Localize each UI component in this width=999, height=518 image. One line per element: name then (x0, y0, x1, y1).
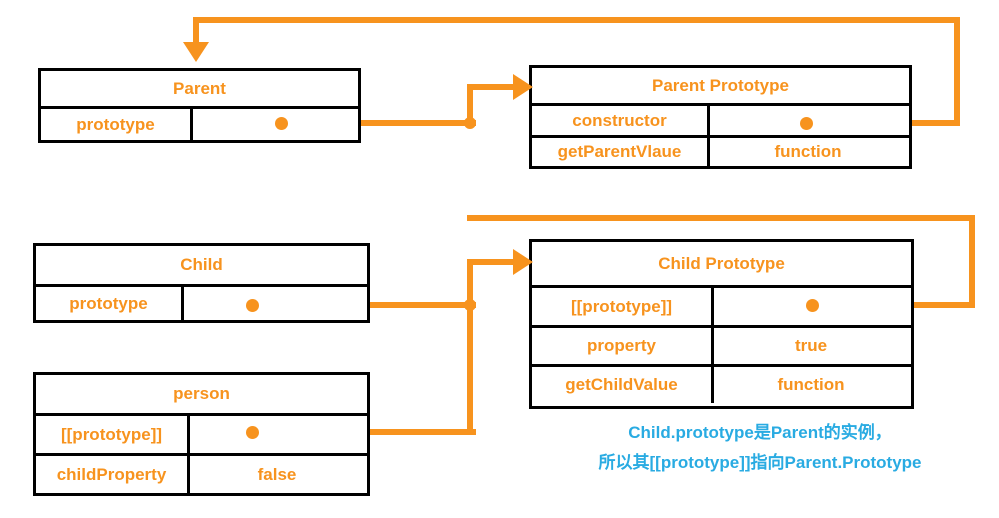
box-child-prototype-key-getchildvalue: getChildValue (532, 367, 714, 403)
box-child-prototype-value-getchildvalue: function (777, 375, 845, 394)
box-child-prototype-value-property: true (794, 336, 828, 355)
box-parent-key-prototype: prototype (41, 109, 193, 140)
box-child-value-prototype (184, 287, 364, 320)
box-child-prototype-title: Child Prototype (658, 253, 785, 273)
box-parent-title-row: Parent (41, 71, 358, 106)
dot-constructor-value (800, 117, 813, 130)
box-child-prototype-row-prototype: [[prototype]] (532, 285, 911, 325)
arrowhead-to-parent (183, 42, 209, 62)
caption-line-1: Child.prototype是Parent的实例， (628, 423, 892, 442)
connector-child-proto-link-riser (969, 215, 975, 308)
box-person-value-childproperty: false (257, 464, 297, 484)
box-parent-prototype-title: Parent Prototype (652, 75, 789, 95)
caption-line-2: 所以其[[prototype]]指向Parent.Prototype (598, 453, 922, 472)
box-person-key-childproperty: childProperty (36, 456, 190, 493)
junction-child-prototype (464, 299, 476, 311)
box-child-prototype-key-prototype: [[prototype]] (532, 288, 714, 325)
connector-constructor-riser (954, 17, 960, 123)
dot-child-prototype-link-value (806, 299, 819, 312)
box-parent-row-prototype: prototype (41, 106, 358, 140)
connector-constructor-top (193, 17, 960, 23)
box-child-prototype-key-property: property (532, 328, 714, 364)
box-person-title: person (173, 384, 230, 403)
dot-person-prototype-value (246, 426, 259, 439)
box-parent-prototype-value-getparentvlaue: function (774, 142, 842, 161)
box-child-key-prototype: prototype (36, 287, 184, 320)
box-parent-prototype-row-getparentvlaue: getParentVlaue function (532, 135, 909, 166)
box-person: person [[prototype]] childProperty false (33, 372, 370, 496)
box-person-key-prototype: [[prototype]] (36, 416, 190, 453)
arrowhead-to-child-prototype (513, 249, 533, 275)
box-child-prototype-row-getchildvalue: getChildValue function (532, 364, 911, 403)
box-child-title-row: Child (36, 246, 367, 284)
dot-parent-prototype-value (275, 117, 288, 130)
box-parent-prototype: Parent Prototype constructor getParentVl… (529, 65, 912, 169)
box-parent-prototype-key-constructor: constructor (532, 106, 710, 135)
box-parent-prototype-row-constructor: constructor (532, 103, 909, 135)
box-child: Child prototype (33, 243, 370, 323)
box-parent-prototype-key-getparentvlaue: getParentVlaue (532, 138, 710, 166)
box-parent-title: Parent (173, 78, 226, 98)
box-person-row-childproperty: childProperty false (36, 453, 367, 493)
box-child-prototype-row-property: property true (532, 325, 911, 364)
box-child-prototype-title-row: Child Prototype (532, 242, 911, 285)
box-person-row-prototype: [[prototype]] (36, 413, 367, 453)
diagram-canvas: Parent prototype Parent Prototype constr… (0, 0, 999, 518)
box-child-row-prototype: prototype (36, 284, 367, 320)
arrowhead-to-parent-prototype (513, 74, 533, 100)
dot-child-prototype-value (246, 299, 259, 312)
connector-trunk-vertical (467, 259, 473, 435)
box-child-title: Child (180, 255, 223, 274)
box-parent-prototype-title-row: Parent Prototype (532, 68, 909, 103)
caption-block: Child.prototype是Parent的实例， 所以其[[prototyp… (540, 418, 980, 478)
junction-parent-prototype (464, 117, 476, 129)
connector-child-proto-link-top (467, 215, 975, 221)
box-person-value-prototype (190, 416, 364, 453)
box-person-title-row: person (36, 375, 367, 413)
box-parent: Parent prototype (38, 68, 361, 143)
box-child-prototype: Child Prototype [[prototype]] property t… (529, 239, 914, 409)
